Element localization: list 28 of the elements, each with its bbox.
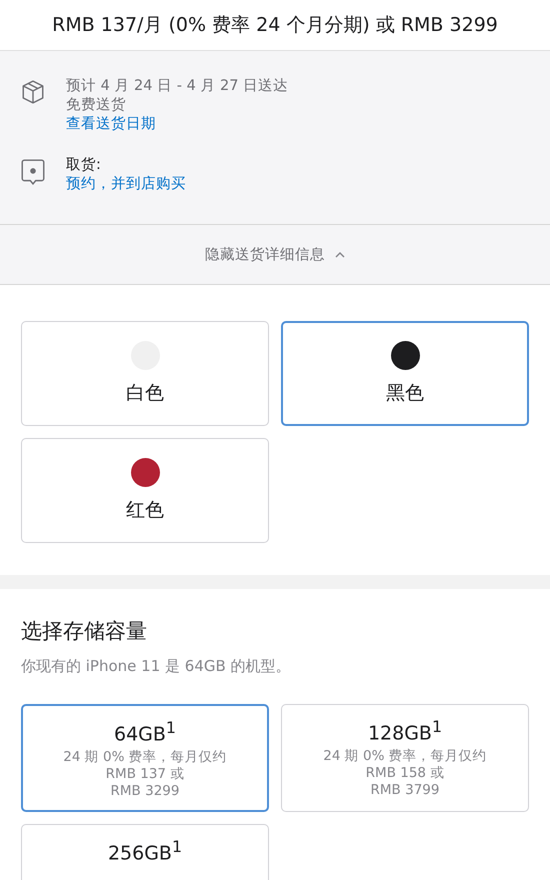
hide-details-button[interactable]: 隐藏送货详细信息 (0, 225, 550, 285)
storage-option[interactable]: 64GB$^{1}$ 24 期 0% 费率，每月仅约 RMB 137 或 RMB 3299 (21, 704, 269, 812)
color-name: 红色 (126, 498, 164, 523)
storage-option[interactable]: 128GB$^{1}$ 24 期 0% 费率，每月仅约 RMB 158 或 RMB 3799 (281, 704, 529, 812)
store-icon (20, 158, 46, 186)
delivery-dates-link[interactable]: 查看送货日期 (66, 115, 156, 134)
storage-option[interactable]: 256GB$^{1}$ (21, 824, 269, 880)
pickup-label: 取货: (66, 156, 101, 175)
price-line: RMB 137 或 (106, 766, 184, 784)
price-line: RMB 158 或 (366, 765, 444, 782)
price-line: 24 期 0% 费率，每月仅约 (63, 749, 227, 766)
section-title: 选择存储容量 (21, 618, 148, 645)
box-icon (20, 79, 46, 105)
price-line: 24 期 0% 费率，每月仅约 (323, 748, 487, 766)
price-line: RMB 3299 (110, 783, 180, 800)
shipping-note: 免费送货 (66, 96, 126, 115)
section-note: 你现有的 iPhone 11 是 64GB 的机型。 (21, 657, 292, 676)
color-option[interactable]: 白色 (21, 321, 269, 426)
delivery-estimate: 预计 4 月 24 日 - 4 月 27 日送达 (66, 77, 288, 96)
color-name: 黑色 (386, 381, 424, 406)
reserve-link[interactable]: 预约，并到店购买 (66, 175, 186, 194)
color-option[interactable]: 黑色 (281, 321, 529, 426)
price-line: RMB 3799 (370, 782, 440, 800)
storage-size: 64GB$^{1}$ (114, 718, 176, 746)
color-option[interactable]: 红色 (21, 438, 269, 543)
storage-size: 128GB$^{1}$ (368, 717, 442, 744)
storage-size: 256GB$^{1}$ (108, 837, 182, 864)
color-name: 白色 (126, 381, 164, 406)
